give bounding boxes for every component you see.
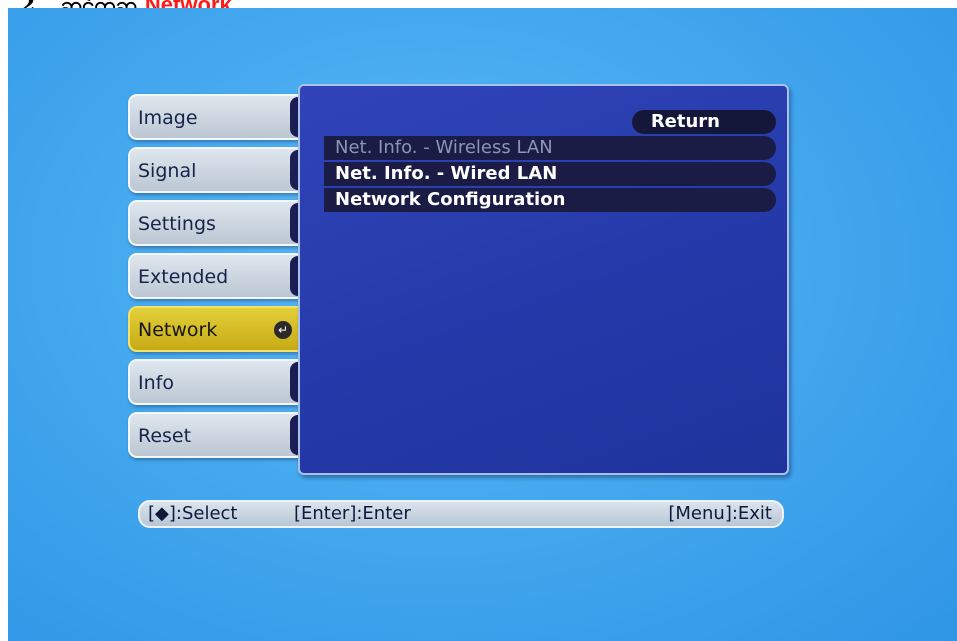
projector-screen: Image Signal Settings Extended Network ↵…: [8, 8, 957, 641]
tab-label: Image: [138, 107, 198, 129]
help-exit: [Menu]:Exit: [668, 503, 772, 524]
help-enter: [Enter]:Enter: [294, 503, 411, 524]
help-bar: [◆]:Select [Enter]:Enter [Menu]:Exit: [138, 500, 784, 528]
enter-icon: ↵: [274, 321, 292, 339]
tab-reset[interactable]: Reset: [128, 412, 298, 458]
tab-label: Extended: [138, 266, 229, 288]
tab-image[interactable]: Image: [128, 94, 298, 140]
tab-label: Settings: [138, 213, 216, 235]
tab-label: Info: [138, 372, 174, 394]
tab-extended[interactable]: Extended: [128, 253, 298, 299]
tab-label: Signal: [138, 160, 197, 182]
tab-info[interactable]: Info: [128, 359, 298, 405]
tab-label: Reset: [138, 425, 192, 447]
menu-item-network-configuration[interactable]: Network Configuration: [324, 188, 776, 212]
tab-settings[interactable]: Settings: [128, 200, 298, 246]
menu-item-wired-lan-info[interactable]: Net. Info. - Wired LAN: [324, 162, 776, 186]
return-button[interactable]: Return: [632, 110, 776, 134]
tab-network[interactable]: Network ↵: [128, 306, 298, 352]
network-menu-panel: Return Net. Info. - Wireless LAN Net. In…: [298, 84, 789, 475]
tab-label: Network: [138, 319, 218, 341]
menu-item-wireless-lan-info[interactable]: Net. Info. - Wireless LAN: [324, 136, 776, 160]
help-select: [◆]:Select: [148, 503, 238, 524]
tab-signal[interactable]: Signal: [128, 147, 298, 193]
